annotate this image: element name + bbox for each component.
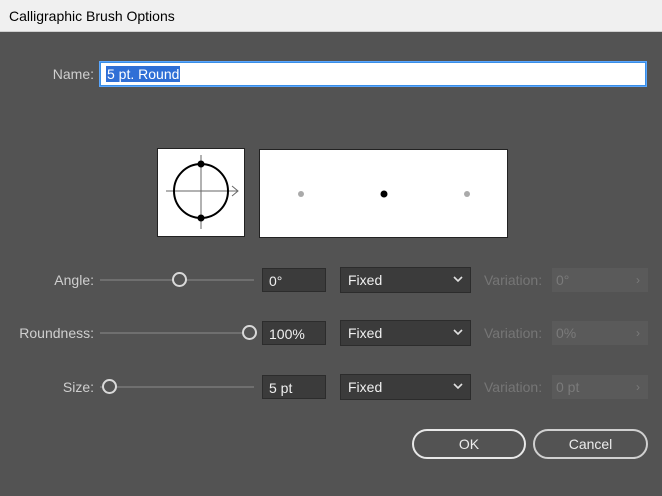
chevron-down-icon: [453, 276, 463, 283]
size-slider-track[interactable]: [100, 386, 254, 388]
roundness-value-field[interactable]: 100%: [262, 321, 326, 345]
angle-variation-label: Variation:: [484, 272, 543, 288]
angle-mode-select[interactable]: Fixed: [340, 267, 471, 293]
size-variation-field: 0 pt ›: [552, 375, 648, 399]
chevron-right-icon: ›: [636, 380, 640, 394]
roundness-variation-value: 0%: [556, 325, 577, 341]
size-value-field[interactable]: 5 pt: [262, 375, 326, 399]
size-variation-label: Variation:: [484, 379, 543, 395]
size-slider-thumb[interactable]: [102, 379, 117, 394]
angle-mode-value: Fixed: [348, 272, 383, 288]
size-variation-value: 0 pt: [556, 379, 580, 395]
chevron-right-icon: ›: [636, 326, 640, 340]
brush-options-dialog: [0, 33, 662, 496]
roundness-slider-track[interactable]: [100, 332, 254, 334]
chevron-right-icon: ›: [636, 273, 640, 287]
size-label: Size:: [62, 379, 94, 395]
angle-variation-value: 0°: [556, 272, 570, 288]
roundness-label: Roundness:: [19, 325, 94, 341]
roundness-variation-field: 0% ›: [552, 321, 648, 345]
name-value: 5 pt. Round: [106, 66, 181, 82]
brush-stroke-preview: [259, 149, 508, 238]
brush-shape-preview[interactable]: [157, 148, 245, 237]
roundness-slider-thumb[interactable]: [242, 325, 257, 340]
cancel-button[interactable]: Cancel: [533, 429, 648, 459]
name-label: Name:: [52, 66, 94, 82]
angle-label: Angle:: [54, 272, 94, 288]
size-mode-value: Fixed: [348, 379, 383, 395]
roundness-variation-label: Variation:: [484, 325, 543, 341]
angle-slider-thumb[interactable]: [172, 272, 187, 287]
stroke-preview-icon: [298, 190, 470, 198]
size-mode-select[interactable]: Fixed: [340, 374, 471, 400]
ok-button[interactable]: OK: [412, 429, 526, 459]
window-title: Calligraphic Brush Options: [0, 0, 662, 32]
chevron-down-icon: [453, 329, 463, 336]
name-input[interactable]: 5 pt. Round: [100, 62, 646, 86]
roundness-mode-value: Fixed: [348, 325, 383, 341]
angle-value-field[interactable]: 0°: [262, 268, 326, 292]
roundness-mode-select[interactable]: Fixed: [340, 320, 471, 346]
angle-variation-field: 0° ›: [552, 268, 648, 292]
chevron-down-icon: [453, 383, 463, 390]
brush-shape-icon: [166, 155, 239, 229]
